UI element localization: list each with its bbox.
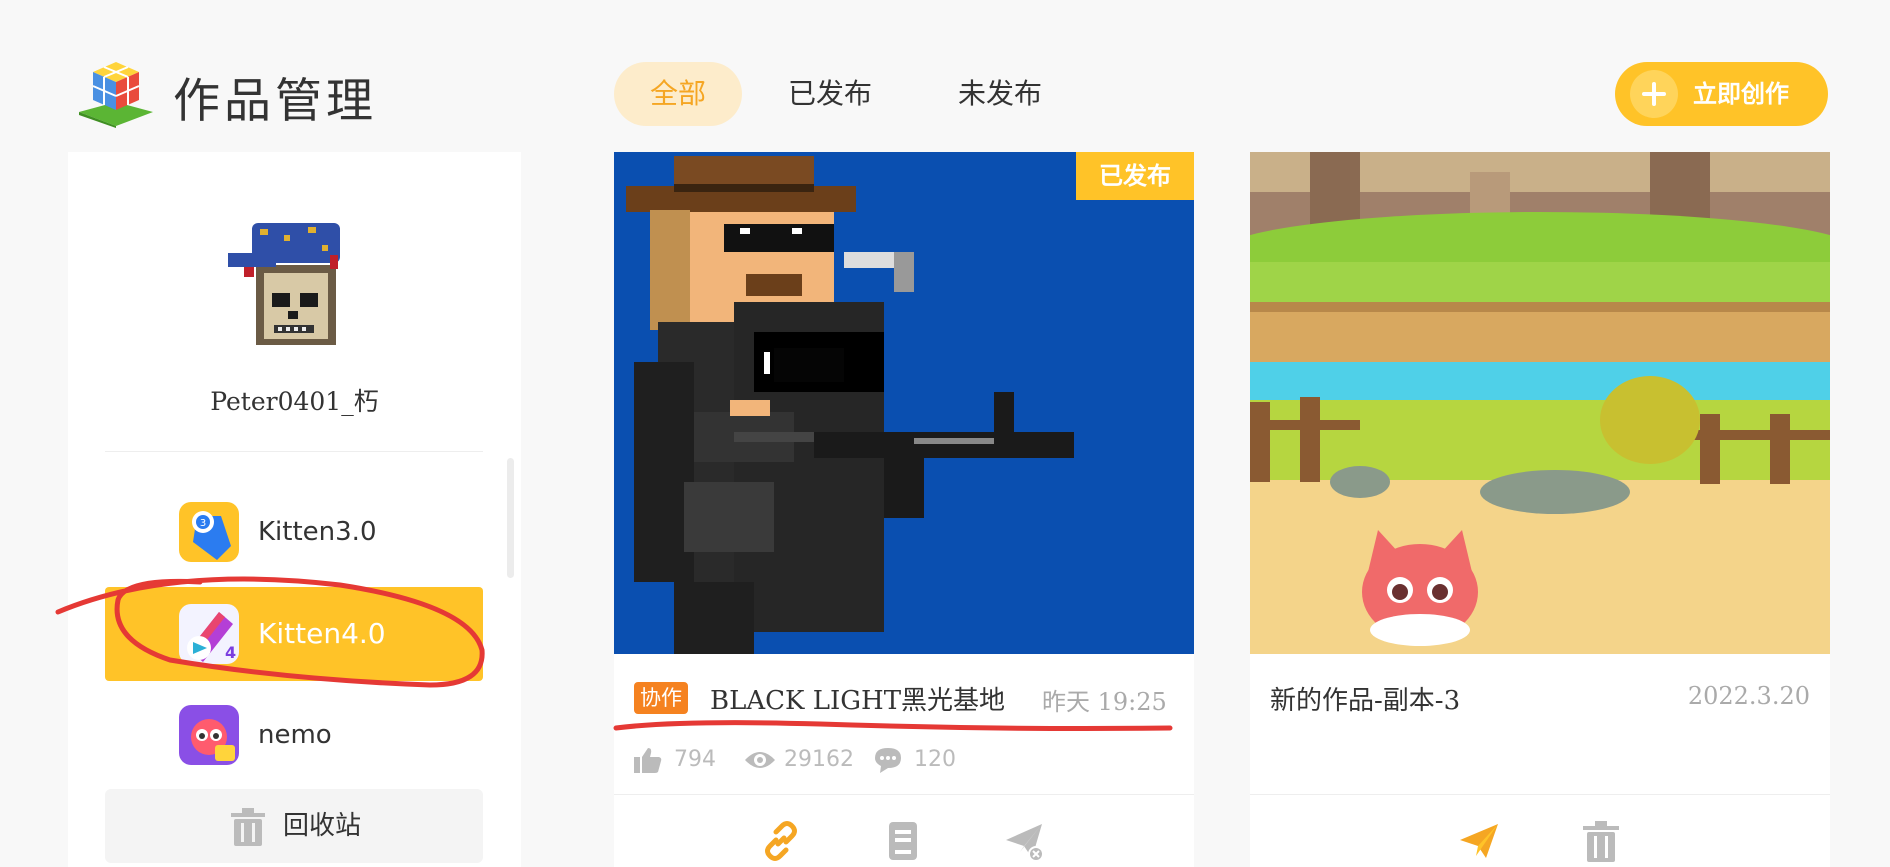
project-thumbnail[interactable] <box>1250 152 1830 654</box>
link-icon[interactable] <box>760 820 802 862</box>
sidebar-item-kitten4[interactable]: 4 Kitten4.0 <box>105 587 483 681</box>
project-time: 昨天 19:25 <box>1042 688 1167 716</box>
avatar[interactable] <box>224 215 362 353</box>
cube-logo-icon <box>75 58 157 128</box>
svg-text:3: 3 <box>200 518 206 529</box>
document-icon[interactable] <box>882 820 924 862</box>
project-thumbnail[interactable] <box>614 152 1194 654</box>
nemo-app-icon <box>179 705 239 765</box>
tab-published[interactable]: 已发布 <box>770 62 890 126</box>
kitten4-app-icon: 4 <box>179 604 239 664</box>
publish-icon[interactable] <box>1458 820 1500 862</box>
sidebar-divider <box>105 451 483 452</box>
project-card[interactable]: 新的作品-副本-3 2022.3.20 <box>1250 152 1830 867</box>
card-divider <box>1250 794 1830 795</box>
eye-icon <box>745 752 775 768</box>
project-title[interactable]: BLACK LIGHT黑光基地 <box>710 680 1005 717</box>
recycle-bin-button[interactable]: 回收站 <box>105 789 483 863</box>
page-title: 作品管理 <box>173 74 377 129</box>
card-divider <box>614 794 1194 795</box>
sidebar-item-label: Kitten3.0 <box>258 517 377 547</box>
card-title-row: 新的作品-副本-3 2022.3.20 <box>1250 672 1830 724</box>
unpublish-icon[interactable] <box>1004 820 1046 862</box>
project-title[interactable]: 新的作品-副本-3 <box>1270 680 1460 717</box>
tab-unpublished[interactable]: 未发布 <box>940 62 1060 126</box>
username: Peter0401_朽 <box>210 387 379 416</box>
status-badge: 已发布 <box>1076 152 1194 200</box>
thumbs-up-icon <box>634 748 662 773</box>
comments-count: 120 <box>914 747 956 772</box>
create-now-button[interactable]: 立即创作 <box>1615 62 1828 126</box>
recycle-bin-label: 回收站 <box>283 811 362 841</box>
collab-tag: 协作 <box>634 682 688 714</box>
comment-icon <box>875 748 901 773</box>
sidebar-item-label: Kitten4.0 <box>258 617 386 650</box>
kitten3-app-icon: 3 <box>179 502 239 562</box>
trash-icon[interactable] <box>1580 820 1622 862</box>
project-card[interactable]: 已发布 协作 BLACK LIGHT黑光基地 昨天 19:25 794 2916… <box>614 152 1194 867</box>
project-time: 2022.3.20 <box>1687 682 1810 710</box>
sidebar-scrollbar[interactable] <box>507 458 514 578</box>
likes-count: 794 <box>674 747 716 772</box>
plus-circle-icon <box>1630 70 1678 118</box>
sidebar-item-kitten3[interactable]: 3 Kitten3.0 <box>105 485 483 579</box>
card-title-row: 协作 BLACK LIGHT黑光基地 昨天 19:25 <box>614 672 1194 724</box>
sidebar-item-label: nemo <box>258 720 332 750</box>
tab-all[interactable]: 全部 <box>614 62 742 126</box>
sidebar-item-nemo[interactable]: nemo <box>105 688 483 782</box>
create-now-label: 立即创作 <box>1693 80 1789 108</box>
svg-text:4: 4 <box>225 643 236 662</box>
views-count: 29162 <box>784 747 854 772</box>
trash-icon <box>231 808 265 846</box>
